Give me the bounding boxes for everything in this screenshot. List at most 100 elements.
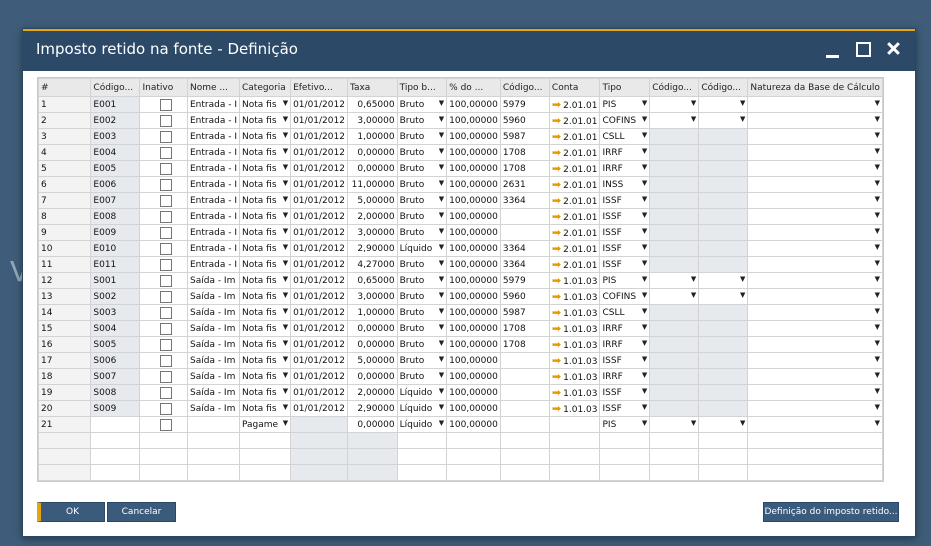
account-cell[interactable]: ➡ 2.01.01 xyxy=(548,192,601,209)
link-arrow-icon[interactable]: ➡ xyxy=(552,274,561,287)
code4-dropdown[interactable] xyxy=(698,288,749,305)
name-cell[interactable]: Saída - Im xyxy=(187,320,240,337)
effective-date-cell[interactable]: 01/01/2012 xyxy=(290,384,348,401)
rate-cell[interactable]: 3,00000 xyxy=(346,288,398,305)
base-type-dropdown[interactable]: Bruto xyxy=(396,224,448,241)
effective-date-cell[interactable]: 01/01/2012 xyxy=(290,96,348,113)
effective-date-cell[interactable]: 01/01/2012 xyxy=(290,160,348,177)
code3-dropdown[interactable] xyxy=(649,112,700,129)
column-header[interactable]: # xyxy=(38,78,92,97)
type-dropdown[interactable]: ISSF xyxy=(599,384,651,401)
rate-cell[interactable]: 3,00000 xyxy=(346,112,398,129)
percent-cell[interactable]: 100,00000 xyxy=(446,352,501,369)
code4-dropdown[interactable] xyxy=(698,416,749,433)
inactive-checkbox[interactable] xyxy=(160,242,173,255)
inactive-cell[interactable] xyxy=(139,304,188,321)
link-arrow-icon[interactable]: ➡ xyxy=(552,178,561,191)
percent-cell[interactable]: 100,00000 xyxy=(446,400,501,417)
type-dropdown[interactable]: ISSF xyxy=(599,256,651,273)
table-row[interactable]: 11E011 Entrada - INota fis01/01/20124,270… xyxy=(38,256,883,273)
code2-cell[interactable]: 1708 xyxy=(499,144,550,161)
column-header[interactable]: Nome ... xyxy=(187,78,240,97)
calc-base-nature-dropdown[interactable] xyxy=(747,400,883,417)
name-cell[interactable]: Saída - Im xyxy=(187,336,240,353)
rate-cell[interactable]: 0,65000 xyxy=(346,272,398,289)
percent-cell[interactable]: 100,00000 xyxy=(446,368,501,385)
table-row[interactable]: 4E004 Entrada - INota fis01/01/20120,0000… xyxy=(38,144,883,161)
base-type-dropdown[interactable]: Líquido xyxy=(396,400,448,417)
link-arrow-icon[interactable]: ➡ xyxy=(552,242,561,255)
category-dropdown[interactable]: Nota fis xyxy=(238,336,292,353)
base-type-dropdown[interactable]: Bruto xyxy=(396,176,448,193)
calc-base-nature-dropdown[interactable] xyxy=(747,272,883,289)
effective-date-cell[interactable]: 01/01/2012 xyxy=(290,256,348,273)
category-dropdown[interactable]: Nota fis xyxy=(238,352,292,369)
percent-cell[interactable]: 100,00000 xyxy=(446,192,501,209)
rate-cell[interactable]: 0,00000 xyxy=(346,336,398,353)
base-type-dropdown[interactable]: Bruto xyxy=(396,112,448,129)
column-header[interactable]: Código... xyxy=(499,78,550,97)
account-cell[interactable] xyxy=(548,416,601,433)
calc-base-nature-dropdown[interactable] xyxy=(747,176,883,193)
name-cell[interactable]: Saída - Im xyxy=(187,352,240,369)
code3-dropdown[interactable] xyxy=(649,416,700,433)
rate-cell[interactable]: 2,90000 xyxy=(346,240,398,257)
name-cell[interactable]: Entrada - I xyxy=(187,96,240,113)
percent-cell[interactable]: 100,00000 xyxy=(446,256,501,273)
percent-cell[interactable]: 100,00000 xyxy=(446,272,501,289)
inactive-cell[interactable] xyxy=(139,272,188,289)
rate-cell[interactable]: 0,00000 xyxy=(346,320,398,337)
base-type-dropdown[interactable]: Bruto xyxy=(396,304,448,321)
category-dropdown[interactable]: Nota fis xyxy=(238,256,292,273)
name-cell[interactable]: Saída - Im xyxy=(187,384,240,401)
name-cell[interactable]: Saída - Im xyxy=(187,368,240,385)
column-header[interactable]: % do ... xyxy=(446,78,501,97)
rate-cell[interactable]: 1,00000 xyxy=(346,304,398,321)
inactive-checkbox[interactable] xyxy=(160,338,173,351)
base-type-dropdown[interactable]: Bruto xyxy=(396,128,448,145)
rate-cell[interactable]: 5,00000 xyxy=(346,352,398,369)
inactive-checkbox[interactable] xyxy=(160,418,173,431)
inactive-cell[interactable] xyxy=(139,112,188,129)
inactive-checkbox[interactable] xyxy=(160,274,173,287)
account-cell[interactable]: ➡ 2.01.01 xyxy=(548,208,601,225)
account-cell[interactable]: ➡ 2.01.01 xyxy=(548,256,601,273)
inactive-cell[interactable] xyxy=(139,400,188,417)
table-row[interactable]: 18S007 Saída - ImNota fis01/01/20120,0000… xyxy=(38,368,883,385)
link-arrow-icon[interactable]: ➡ xyxy=(552,306,561,319)
category-dropdown[interactable]: Nota fis xyxy=(238,176,292,193)
category-dropdown[interactable]: Nota fis xyxy=(238,384,292,401)
category-dropdown[interactable]: Nota fis xyxy=(238,192,292,209)
rate-cell[interactable]: 4,27000 xyxy=(346,256,398,273)
inactive-checkbox[interactable] xyxy=(160,258,173,271)
table-row[interactable]: 5E005 Entrada - INota fis01/01/20120,0000… xyxy=(38,160,883,177)
calc-base-nature-dropdown[interactable] xyxy=(747,256,883,273)
base-type-dropdown[interactable]: Bruto xyxy=(396,352,448,369)
base-type-dropdown[interactable]: Bruto xyxy=(396,288,448,305)
percent-cell[interactable]: 100,00000 xyxy=(446,240,501,257)
table-row[interactable]: 16S005 Saída - ImNota fis01/01/20120,0000… xyxy=(38,336,883,353)
calc-base-nature-dropdown[interactable] xyxy=(747,368,883,385)
table-row[interactable]: 13S002 Saída - ImNota fis01/01/20123,0000… xyxy=(38,288,883,305)
code2-cell[interactable]: 3364 xyxy=(499,192,550,209)
account-cell[interactable]: ➡ 1.01.03 xyxy=(548,336,601,353)
code3-dropdown[interactable] xyxy=(649,272,700,289)
cancel-button[interactable]: Cancelar xyxy=(107,502,176,522)
name-cell[interactable]: Entrada - I xyxy=(187,192,240,209)
effective-date-cell[interactable]: 01/01/2012 xyxy=(290,208,348,225)
maximize-icon[interactable] xyxy=(853,39,873,59)
link-arrow-icon[interactable]: ➡ xyxy=(552,98,561,111)
type-dropdown[interactable]: ISSF xyxy=(599,240,651,257)
base-type-dropdown[interactable]: Líquido xyxy=(396,416,448,433)
calc-base-nature-dropdown[interactable] xyxy=(747,208,883,225)
effective-date-cell[interactable]: 01/01/2012 xyxy=(290,224,348,241)
rate-cell[interactable]: 2,00000 xyxy=(346,384,398,401)
category-dropdown[interactable]: Nota fis xyxy=(238,288,292,305)
name-cell[interactable]: Entrada - I xyxy=(187,112,240,129)
category-dropdown[interactable]: Nota fis xyxy=(238,96,292,113)
effective-date-cell[interactable]: 01/01/2012 xyxy=(290,368,348,385)
rate-cell[interactable]: 3,00000 xyxy=(346,224,398,241)
account-cell[interactable]: ➡ 2.01.01 xyxy=(548,176,601,193)
category-dropdown[interactable]: Nota fis xyxy=(238,400,292,417)
table-row[interactable]: 20S009 Saída - ImNota fis01/01/20122,9000… xyxy=(38,400,883,417)
